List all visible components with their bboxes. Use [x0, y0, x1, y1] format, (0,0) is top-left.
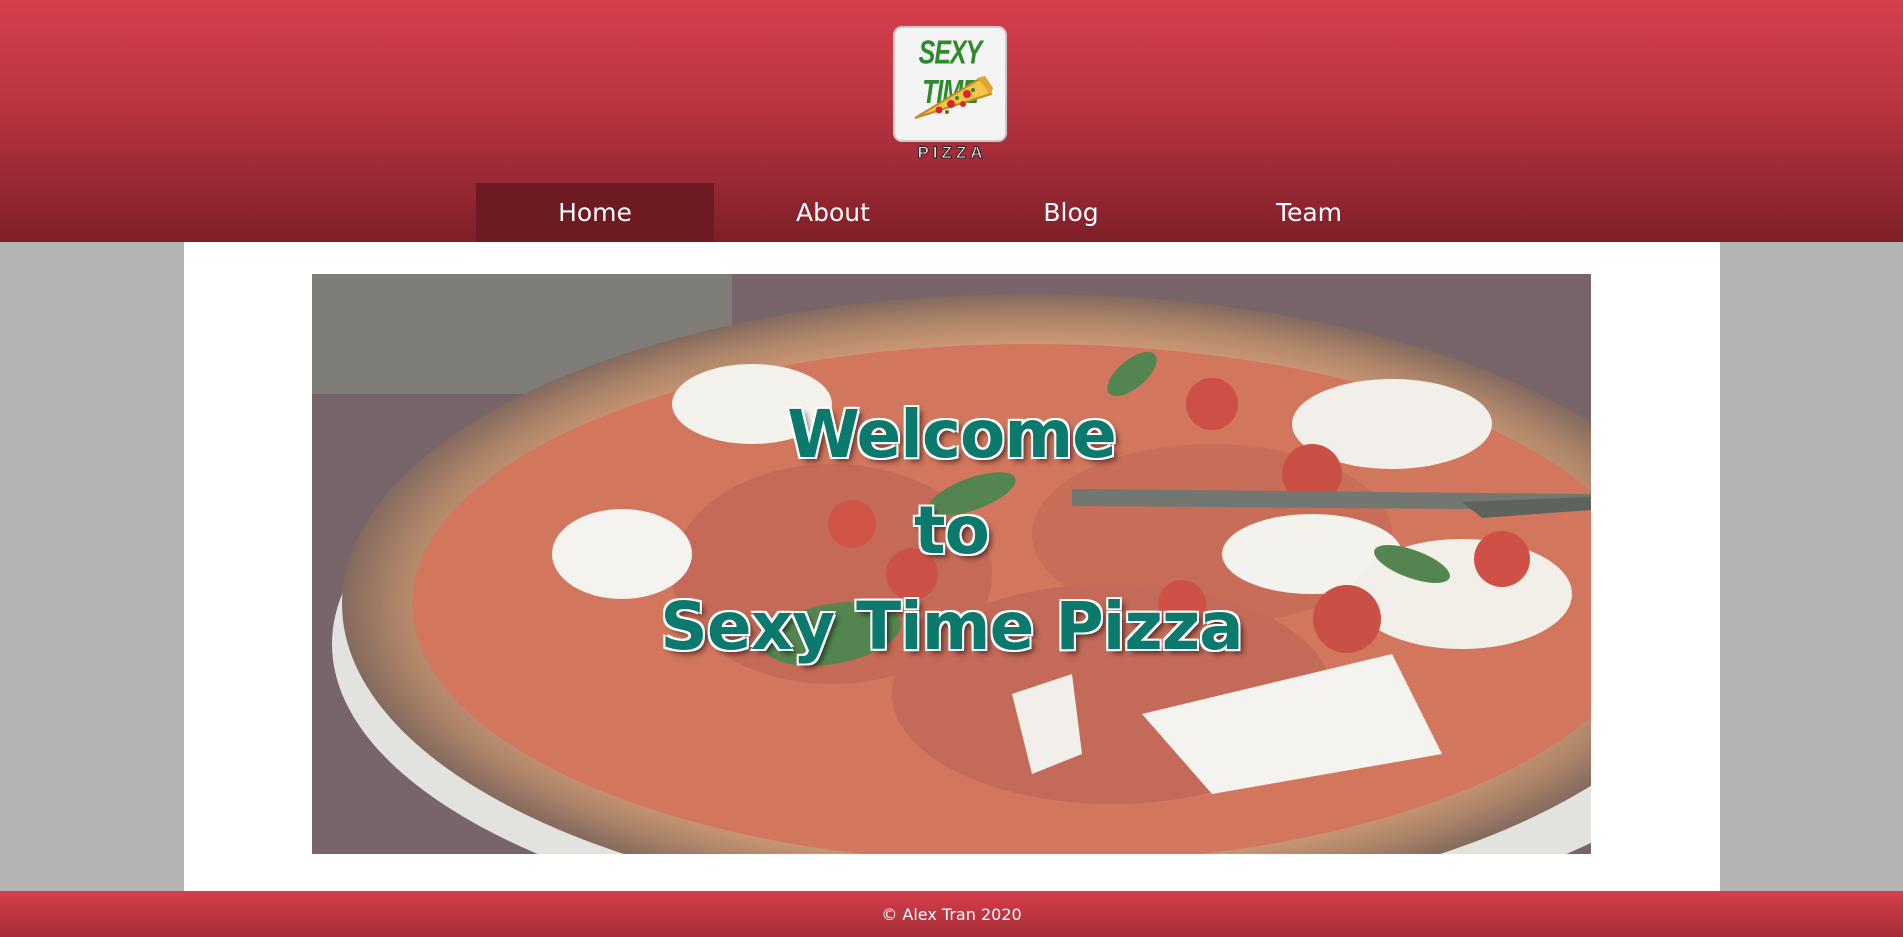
nav-home[interactable]: Home — [476, 183, 714, 242]
pizza-slice-icon — [914, 76, 993, 119]
nav-blog[interactable]: Blog — [952, 183, 1190, 242]
site-header: SEXY TIME PIZZA Home About Blog Team — [0, 0, 1903, 242]
nav-team[interactable]: Team — [1190, 183, 1428, 242]
logo-badge: SEXY TIME — [893, 26, 1007, 142]
hero-line-to: to — [914, 492, 990, 569]
nav-about[interactable]: About — [714, 183, 952, 242]
copyright-text: © Alex Tran 2020 — [881, 904, 1022, 924]
hero-banner: Welcome to Sexy Time Pizza — [312, 274, 1591, 854]
site-logo[interactable]: SEXY TIME PIZZA — [891, 24, 1013, 164]
hero-line-name: Sexy Time Pizza — [660, 588, 1243, 665]
site-footer: © Alex Tran 2020 — [0, 891, 1903, 937]
hero-line-welcome: Welcome — [787, 396, 1117, 473]
logo-bottom-text: PIZZA — [917, 143, 987, 162]
hero-heading: Welcome to Sexy Time Pizza — [312, 387, 1591, 675]
main-nav: Home About Blog Team — [476, 183, 1428, 242]
main-content: Welcome to Sexy Time Pizza — [184, 242, 1720, 891]
